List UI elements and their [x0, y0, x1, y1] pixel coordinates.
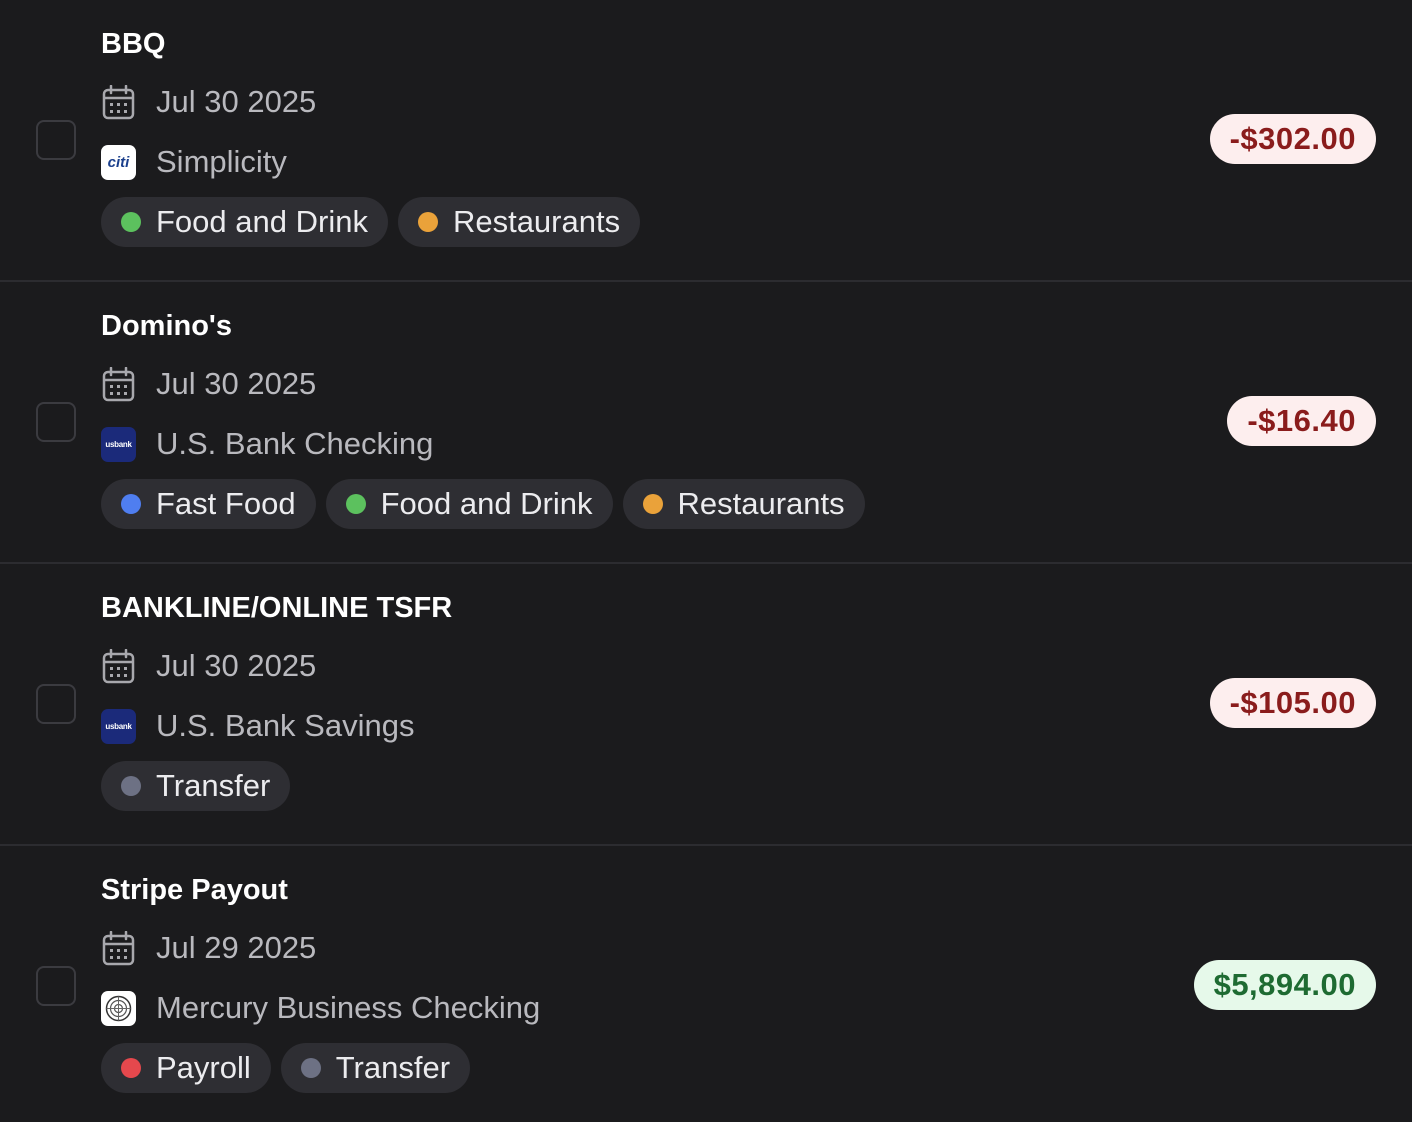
transaction-account-line: Mercury Business Checking [101, 988, 540, 1028]
transaction-account-line: citi Simplicity [101, 142, 650, 182]
tag-restaurants[interactable]: Restaurants [397, 197, 641, 247]
tag-food-and-drink[interactable]: Food and Drink [101, 197, 388, 247]
transaction-title: BBQ [101, 28, 166, 60]
tag-label: Restaurants [452, 204, 621, 239]
row-checkbox[interactable] [36, 120, 76, 160]
tag-label: Food and Drink [156, 204, 368, 239]
citi-logo: citi [101, 144, 136, 180]
transaction-date-line: Jul 30 2025 [101, 364, 875, 404]
transaction-title: Stripe Payout [101, 874, 288, 906]
row-checkbox[interactable] [36, 402, 76, 442]
transaction-row[interactable]: BANKLINE/ONLINE TSFR Jul 30 2025 usbank … [0, 564, 1412, 846]
transaction-account: Mercury Business Checking [156, 990, 541, 1025]
row-checkbox[interactable] [36, 966, 76, 1006]
tag-label: Fast Food [156, 486, 296, 521]
amount-badge: -$105.00 [1209, 678, 1376, 728]
tag-color-dot [642, 494, 663, 514]
tag-color-dot [121, 776, 141, 796]
tag-label: Food and Drink [380, 486, 593, 521]
tag-restaurants[interactable]: Restaurants [622, 479, 865, 529]
transaction-account: Simplicity [156, 144, 287, 179]
tag-label: Transfer [156, 768, 271, 803]
transaction-account-line: usbank U.S. Bank Savings [101, 706, 452, 746]
row-checkbox[interactable] [36, 684, 76, 724]
tag-list: Payroll Transfer [101, 1043, 540, 1093]
transaction-date-line: Jul 30 2025 [101, 646, 452, 686]
transaction-details: Stripe Payout Jul 29 2025 Mercury Busine… [101, 872, 540, 1093]
tag-fast-food[interactable]: Fast Food [101, 479, 316, 529]
transaction-details: Domino's Jul 30 2025 usbank U.S. Bank Ch… [101, 308, 875, 529]
tag-color-dot [121, 212, 141, 232]
tag-payroll[interactable]: Payroll [101, 1043, 271, 1093]
tag-color-dot [121, 494, 141, 514]
transaction-title: BANKLINE/ONLINE TSFR [101, 592, 453, 624]
tag-color-dot [417, 212, 438, 232]
calendar-icon [101, 366, 136, 402]
transaction-list: BBQ Jul 30 2025 citi Simplicity Food and… [0, 0, 1412, 1122]
tag-transfer[interactable]: Transfer [280, 1043, 471, 1093]
usbank-logo: usbank [101, 426, 136, 462]
amount-badge: -$302.00 [1209, 114, 1376, 164]
calendar-icon [101, 930, 136, 966]
tag-list: Fast Food Food and Drink Restaurants [101, 479, 875, 529]
transaction-date-line: Jul 29 2025 [101, 928, 540, 968]
calendar-icon [101, 84, 136, 120]
transaction-date: Jul 29 2025 [156, 930, 317, 965]
transaction-row[interactable]: Stripe Payout Jul 29 2025 Mercury Busine… [0, 846, 1412, 1122]
calendar-icon [101, 648, 136, 684]
tag-color-dot [300, 1058, 321, 1078]
transaction-account: U.S. Bank Savings [156, 708, 415, 743]
usbank-logo: usbank [101, 708, 136, 744]
transaction-title: Domino's [101, 310, 232, 342]
tag-label: Transfer [335, 1050, 451, 1085]
tag-food-and-drink[interactable]: Food and Drink [325, 479, 613, 529]
tag-color-dot [345, 494, 366, 514]
amount-badge: -$16.40 [1227, 396, 1376, 446]
transaction-date: Jul 30 2025 [156, 366, 317, 401]
transaction-details: BANKLINE/ONLINE TSFR Jul 30 2025 usbank … [101, 590, 452, 811]
tag-color-dot [121, 1058, 141, 1078]
transaction-row[interactable]: BBQ Jul 30 2025 citi Simplicity Food and… [0, 0, 1412, 282]
tag-list: Transfer [101, 761, 452, 811]
tag-label: Restaurants [677, 486, 845, 521]
mercury-logo [101, 990, 136, 1026]
transaction-account-line: usbank U.S. Bank Checking [101, 424, 875, 464]
transaction-account: U.S. Bank Checking [156, 426, 434, 461]
tag-list: Food and Drink Restaurants [101, 197, 650, 247]
tag-label: Payroll [156, 1050, 251, 1085]
transaction-date: Jul 30 2025 [156, 84, 317, 119]
transaction-date-line: Jul 30 2025 [101, 82, 650, 122]
transaction-details: BBQ Jul 30 2025 citi Simplicity Food and… [101, 26, 650, 247]
transaction-date: Jul 30 2025 [156, 648, 317, 683]
transaction-row[interactable]: Domino's Jul 30 2025 usbank U.S. Bank Ch… [0, 282, 1412, 564]
tag-transfer[interactable]: Transfer [101, 761, 291, 811]
amount-badge: $5,894.00 [1193, 960, 1376, 1010]
